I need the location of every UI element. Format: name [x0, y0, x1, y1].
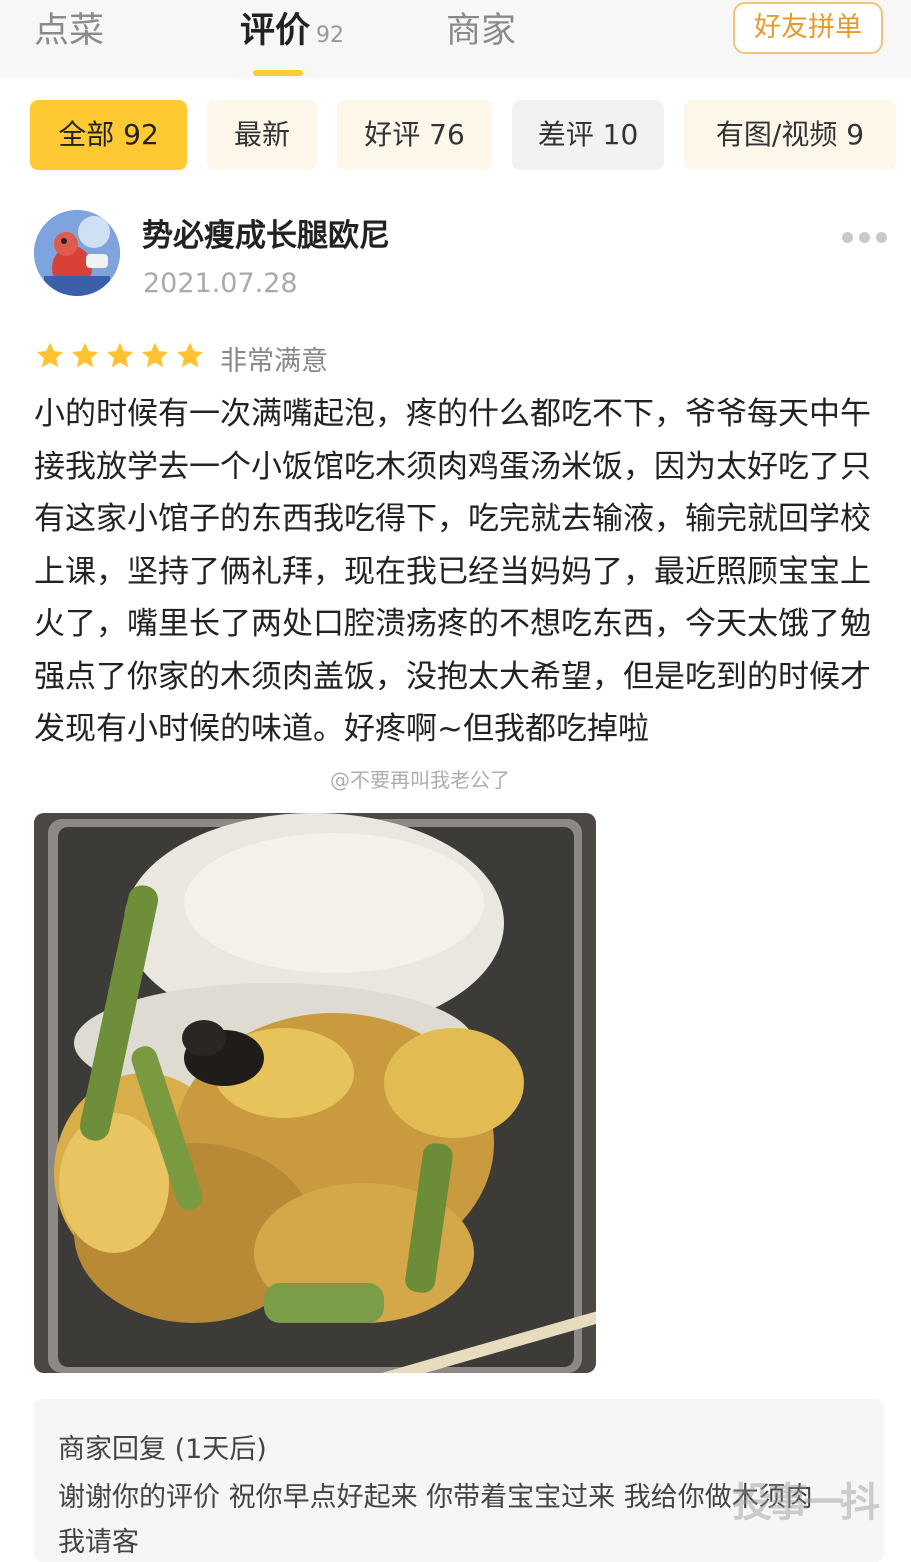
tab-reviews[interactable]: 评价 92 — [240, 2, 344, 53]
tab-order[interactable]: 点菜 — [34, 2, 104, 53]
top-tab-bar: 点菜 评价 92 商家 好友拼单 — [0, 0, 911, 78]
star-icon — [36, 342, 64, 368]
review-text: 小的时候有一次满嘴起泡，疼的什么都吃不下，爷爷每天中午接我放学去一个小饭馆吃木须… — [34, 396, 871, 747]
star-icon — [106, 342, 134, 368]
tab-order-label: 点菜 — [34, 11, 105, 51]
friend-group-order-button[interactable]: 好友拼单 — [733, 2, 883, 54]
rating-label: 非常满意 — [220, 346, 328, 377]
review-date: 2021.07.28 — [143, 268, 298, 299]
more-options-icon[interactable] — [842, 228, 898, 244]
star-icon — [176, 342, 204, 368]
active-tab-indicator — [253, 70, 303, 76]
tab-reviews-label: 评价 — [240, 11, 311, 51]
avatar[interactable] — [34, 210, 120, 296]
reviewer-name[interactable]: 势必瘦成长腿欧尼 — [142, 210, 390, 255]
star-rating — [34, 340, 209, 376]
weibo-watermark: @不要再叫我老公了 — [330, 768, 510, 792]
corner-watermark: 投事一抖 — [732, 1480, 880, 1526]
review-photo[interactable] — [34, 813, 596, 1373]
merchant-reply-text: 谢谢你的评价 祝你早点好起来 你带着宝宝过来 我给你做木须肉 我请客 — [58, 1482, 813, 1558]
star-icon — [71, 342, 99, 368]
filter-all[interactable]: 全部 92 — [30, 100, 187, 170]
tab-merchant-label: 商家 — [446, 11, 517, 51]
filter-positive[interactable]: 好评 76 — [337, 100, 492, 170]
filter-negative[interactable]: 差评 10 — [512, 100, 664, 170]
star-icon — [141, 342, 169, 368]
tab-merchant[interactable]: 商家 — [446, 2, 516, 53]
review-filter-bar: 全部 92 最新 好评 76 差评 10 有图/视频 9 — [0, 100, 911, 172]
filter-latest[interactable]: 最新 — [207, 100, 317, 170]
filter-with-media[interactable]: 有图/视频 9 — [684, 100, 896, 170]
merchant-reply-title: 商家回复 (1天后) — [58, 1434, 267, 1465]
tab-reviews-count: 92 — [316, 23, 345, 48]
